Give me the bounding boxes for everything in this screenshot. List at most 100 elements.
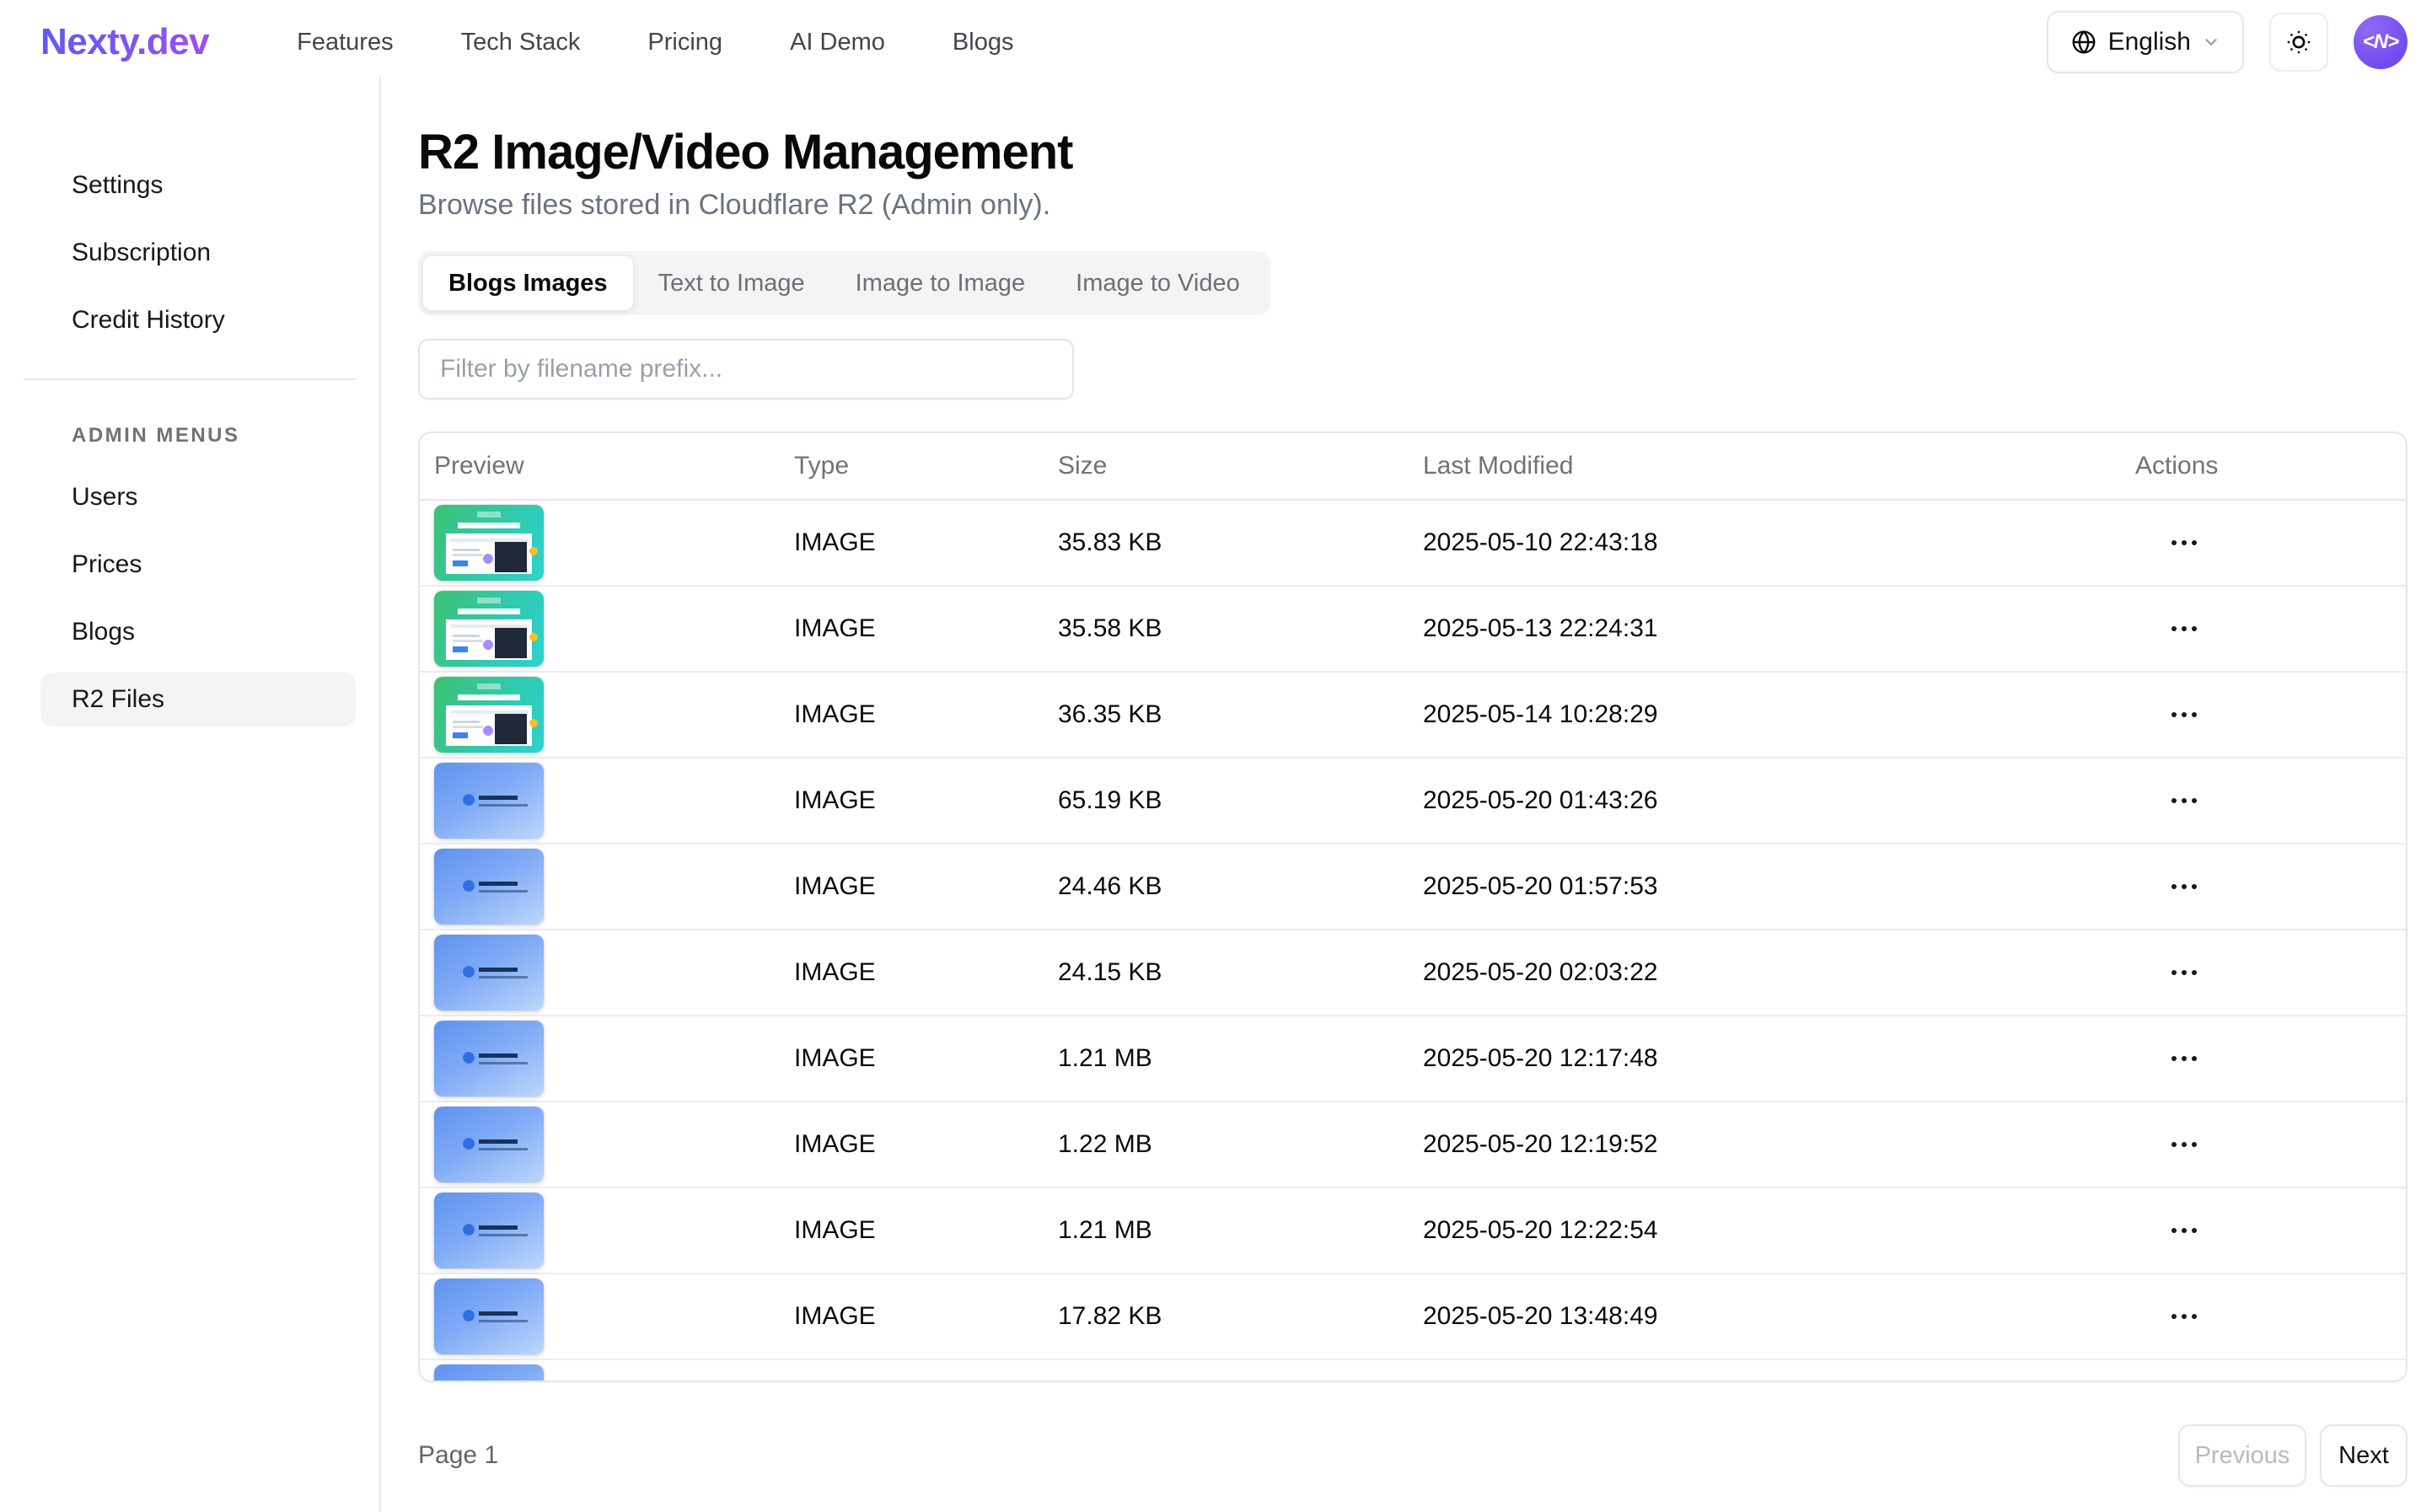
table-row: IMAGE 17.82 KB 2025-05-20 13:48:49 bbox=[420, 1274, 2406, 1360]
table-header-row: Preview Type Size Last Modified Actions bbox=[420, 433, 2406, 501]
col-header-actions: Actions bbox=[2121, 452, 2406, 480]
cell-type: IMAGE bbox=[780, 1044, 1044, 1073]
globe-icon bbox=[2070, 29, 2097, 56]
row-actions-button[interactable] bbox=[2157, 780, 2211, 821]
row-actions-button[interactable] bbox=[2157, 952, 2211, 993]
nav-features[interactable]: Features bbox=[297, 29, 393, 56]
sidebar-item-r2-files[interactable]: R2 Files bbox=[40, 673, 356, 727]
filename-filter-input[interactable] bbox=[418, 339, 1074, 399]
app-logo[interactable]: Nexty.dev bbox=[40, 21, 209, 63]
file-thumbnail bbox=[434, 1365, 544, 1382]
nav-pricing[interactable]: Pricing bbox=[647, 29, 722, 56]
cell-size: 17.82 KB bbox=[1044, 1302, 1409, 1331]
row-actions-button[interactable] bbox=[2157, 1124, 2211, 1165]
cell-type: IMAGE bbox=[780, 528, 1044, 557]
file-thumbnail bbox=[434, 1279, 544, 1354]
nav-tech-stack[interactable]: Tech Stack bbox=[461, 29, 581, 56]
next-page-button[interactable]: Next bbox=[2320, 1424, 2408, 1487]
sidebar-item-label: Credit History bbox=[72, 306, 225, 335]
cell-last-modified: 2025-05-20 01:43:26 bbox=[1409, 786, 2121, 815]
cell-type: IMAGE bbox=[780, 700, 1044, 729]
main-content: R2 Image/Video Management Browse files s… bbox=[381, 76, 2421, 1512]
nav-blogs[interactable]: Blogs bbox=[953, 29, 1014, 56]
header-actions: English <N> bbox=[2047, 11, 2408, 73]
language-selector[interactable]: English bbox=[2047, 11, 2244, 73]
table-row: IMAGE 35.58 KB 2025-05-13 22:24:31 bbox=[420, 587, 2406, 673]
file-thumbnail bbox=[434, 1107, 544, 1182]
sidebar-item-label: Settings bbox=[72, 171, 163, 200]
ellipsis-icon bbox=[2171, 1314, 2177, 1319]
admin-menus-section-label: ADMIN MENUS bbox=[72, 424, 379, 448]
table-row: IMAGE 1.22 MB 2025-05-20 12:19:52 bbox=[420, 1102, 2406, 1188]
row-actions-button[interactable] bbox=[2157, 1210, 2211, 1251]
row-actions-button[interactable] bbox=[2157, 866, 2211, 907]
row-actions-button[interactable] bbox=[2157, 1296, 2211, 1337]
previous-page-button[interactable]: Previous bbox=[2178, 1424, 2306, 1487]
sun-icon bbox=[2285, 29, 2312, 56]
tab-blogs-images[interactable]: Blogs Images bbox=[423, 256, 633, 310]
cell-last-modified: 2025-05-13 22:24:31 bbox=[1409, 614, 2121, 643]
cell-type: IMAGE bbox=[780, 1130, 1044, 1159]
row-actions-button[interactable] bbox=[2157, 523, 2211, 563]
table-row: IMAGE 1.21 MB 2025-05-20 12:22:54 bbox=[420, 1188, 2406, 1274]
cell-size: 36.35 KB bbox=[1044, 700, 1409, 729]
ellipsis-icon bbox=[2171, 970, 2177, 975]
cell-size: 65.19 KB bbox=[1044, 786, 1409, 815]
cell-type: IMAGE bbox=[780, 1216, 1044, 1245]
file-thumbnail bbox=[434, 591, 544, 667]
cell-size: 35.83 KB bbox=[1044, 528, 1409, 557]
tab-image-to-video[interactable]: Image to Video bbox=[1050, 256, 1265, 310]
app-header: Nexty.dev Features Tech Stack Pricing AI… bbox=[0, 0, 2421, 84]
user-avatar[interactable]: <N> bbox=[2354, 15, 2408, 69]
cell-last-modified: 2025-05-14 10:28:29 bbox=[1409, 700, 2121, 729]
sidebar-item-users[interactable]: Users bbox=[40, 470, 356, 524]
nav-ai-demo[interactable]: AI Demo bbox=[790, 29, 885, 56]
tab-list: Blogs Images Text to Image Image to Imag… bbox=[418, 251, 1270, 315]
cell-last-modified: 2025-05-20 13:48:49 bbox=[1409, 1302, 2121, 1331]
sidebar-item-label: Subscription bbox=[72, 239, 211, 267]
cell-size: 24.15 KB bbox=[1044, 958, 1409, 987]
sidebar-item-settings[interactable]: Settings bbox=[40, 158, 356, 212]
table-row-clipped bbox=[420, 1360, 2406, 1382]
row-actions-button[interactable] bbox=[2157, 1038, 2211, 1079]
table-row: IMAGE 24.46 KB 2025-05-20 01:57:53 bbox=[420, 844, 2406, 930]
file-thumbnail bbox=[434, 763, 544, 839]
file-thumbnail bbox=[434, 1021, 544, 1096]
page-title: R2 Image/Video Management bbox=[418, 125, 2408, 180]
sidebar-item-label: R2 Files bbox=[72, 685, 164, 714]
tab-image-to-image[interactable]: Image to Image bbox=[830, 256, 1051, 310]
sidebar-item-credit-history[interactable]: Credit History bbox=[40, 293, 356, 347]
cell-type: IMAGE bbox=[780, 1302, 1044, 1331]
cell-size: 24.46 KB bbox=[1044, 872, 1409, 901]
sidebar-item-subscription[interactable]: Subscription bbox=[40, 226, 356, 280]
table-row: IMAGE 35.83 KB 2025-05-10 22:43:18 bbox=[420, 501, 2406, 587]
row-actions-button[interactable] bbox=[2157, 609, 2211, 649]
page-subtitle: Browse files stored in Cloudflare R2 (Ad… bbox=[418, 189, 2408, 221]
tab-text-to-image[interactable]: Text to Image bbox=[633, 256, 830, 310]
ellipsis-icon bbox=[2171, 712, 2177, 717]
page-indicator: Page 1 bbox=[418, 1441, 498, 1470]
theme-toggle-button[interactable] bbox=[2269, 13, 2328, 72]
table-row: IMAGE 65.19 KB 2025-05-20 01:43:26 bbox=[420, 759, 2406, 844]
cell-last-modified: 2025-05-20 12:17:48 bbox=[1409, 1044, 2121, 1073]
ellipsis-icon bbox=[2171, 540, 2177, 545]
cell-last-modified: 2025-05-20 12:19:52 bbox=[1409, 1130, 2121, 1159]
cell-last-modified: 2025-05-10 22:43:18 bbox=[1409, 528, 2121, 557]
cell-last-modified: 2025-05-20 02:03:22 bbox=[1409, 958, 2121, 987]
row-actions-button[interactable] bbox=[2157, 694, 2211, 735]
ellipsis-icon bbox=[2171, 1142, 2177, 1147]
cell-type: IMAGE bbox=[780, 872, 1044, 901]
cell-size: 1.22 MB bbox=[1044, 1130, 1409, 1159]
file-thumbnail bbox=[434, 505, 544, 581]
sidebar-item-prices[interactable]: Prices bbox=[40, 538, 356, 592]
cell-size: 35.58 KB bbox=[1044, 614, 1409, 643]
file-thumbnail bbox=[434, 935, 544, 1011]
sidebar-item-blogs[interactable]: Blogs bbox=[40, 605, 356, 659]
ellipsis-icon bbox=[2171, 798, 2177, 803]
cell-last-modified: 2025-05-20 12:22:54 bbox=[1409, 1216, 2121, 1245]
cell-last-modified: 2025-05-20 01:57:53 bbox=[1409, 872, 2121, 901]
col-header-type: Type bbox=[780, 452, 1044, 480]
chevron-down-icon bbox=[2202, 33, 2220, 51]
sidebar-divider bbox=[24, 378, 356, 380]
cell-size: 1.21 MB bbox=[1044, 1216, 1409, 1245]
